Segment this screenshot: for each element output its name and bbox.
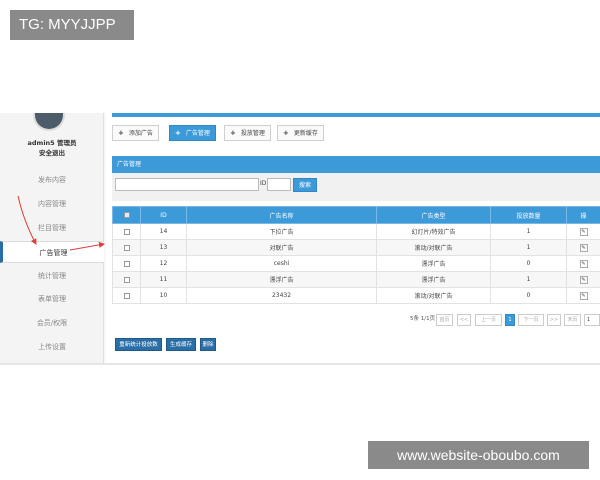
row-checkbox[interactable] — [123, 292, 130, 299]
pagination-summary: 5条 1/1页 — [410, 316, 436, 322]
keyword-input[interactable] — [115, 178, 259, 191]
cell-count: 0 — [490, 287, 567, 304]
sidebar-item-publish[interactable]: 发布内容 — [0, 169, 104, 191]
page-number-input[interactable]: 1 — [584, 314, 600, 326]
cell-name: ceshi — [186, 255, 377, 272]
table-row: 11 漂浮广告 漂浮广告 1 ✎ — [112, 271, 600, 288]
table-row: 12 ceshi 漂浮广告 0 ✎ — [112, 255, 600, 272]
ads-table: ID 广告名称 广告类型 投放数量 操 14 下拉广告 幻灯片/特效广告 1 ✎ — [112, 206, 600, 304]
cell-name: 23432 — [186, 287, 377, 304]
next-page-button[interactable]: 下一页 — [518, 314, 544, 326]
plus-icon: + — [175, 129, 181, 137]
row-checkbox[interactable] — [123, 260, 130, 267]
edit-icon[interactable]: ✎ — [579, 259, 588, 268]
column-header-actions: 操 — [566, 206, 600, 224]
update-cache-button[interactable]: + 更新缓存 — [277, 125, 324, 141]
cell-type: 幻灯片/特效广告 — [376, 223, 491, 240]
next-arrow-button[interactable]: >> — [547, 314, 561, 326]
plus-icon: + — [230, 129, 236, 137]
table-row: 10 23432 滚动/对联广告 0 ✎ — [112, 287, 600, 304]
ad-manage-button[interactable]: + 广告管理 — [169, 125, 216, 141]
section-header: 广告管理 — [112, 156, 600, 173]
id-label: ID — [260, 180, 267, 187]
screenshot-bottom-edge — [0, 363, 600, 365]
sidebar: admin5 管理员 安全退出 发布内容 内容管理 栏目管理 广告管理 统计管理… — [0, 113, 104, 365]
search-button[interactable]: 搜索 — [293, 178, 317, 192]
cell-id: 14 — [140, 223, 187, 240]
user-name: admin5 管理员 — [27, 139, 77, 147]
cell-type: 滚动/对联广告 — [376, 287, 491, 304]
column-header-count: 投放数量 — [490, 206, 567, 224]
cell-count: 0 — [490, 255, 567, 272]
edit-icon[interactable]: ✎ — [579, 291, 588, 300]
cell-name: 漂浮广告 — [186, 271, 377, 288]
delete-button[interactable]: 删除 — [200, 338, 216, 351]
cell-type: 滚动/对联广告 — [376, 239, 491, 256]
cell-name: 下拉广告 — [186, 223, 377, 240]
edit-icon[interactable]: ✎ — [579, 243, 588, 252]
table-header-row: ID 广告名称 广告类型 投放数量 操 — [112, 206, 600, 224]
prev-arrow-button[interactable]: << — [457, 314, 471, 326]
cell-count: 1 — [490, 223, 567, 240]
column-header-id: ID — [140, 206, 187, 224]
cell-type: 漂浮广告 — [376, 255, 491, 272]
table-row: 14 下拉广告 幻灯片/特效广告 1 ✎ — [112, 223, 600, 240]
main-panel: + 添加广告 + 广告管理 + 投放管理 + 更新缓存 广告管理 ID 搜索 ID 广告… — [106, 113, 600, 365]
sidebar-item-forms[interactable]: 表单管理 — [0, 288, 104, 310]
row-checkbox[interactable] — [123, 276, 130, 283]
delivery-manage-button[interactable]: + 投放管理 — [224, 125, 271, 141]
row-checkbox[interactable] — [123, 244, 130, 251]
current-page-button[interactable]: 1 — [505, 314, 515, 326]
prev-page-button[interactable]: 上一页 — [475, 314, 502, 326]
select-all-header[interactable] — [112, 206, 141, 224]
last-page-button[interactable]: 末页 — [564, 314, 581, 326]
sidebar-item-members[interactable]: 会员/权限 — [0, 312, 104, 334]
column-header-name: 广告名称 — [186, 206, 377, 224]
cell-id: 12 — [140, 255, 187, 272]
sidebar-item-content[interactable]: 内容管理 — [0, 193, 104, 215]
cell-id: 11 — [140, 271, 187, 288]
row-checkbox[interactable] — [123, 228, 130, 235]
sidebar-item-ads[interactable]: 广告管理 — [0, 241, 104, 263]
column-header-type: 广告类型 — [376, 206, 491, 224]
cell-id: 10 — [140, 287, 187, 304]
sidebar-item-columns[interactable]: 栏目管理 — [0, 217, 104, 239]
logout-link[interactable]: 安全退出 — [0, 148, 104, 158]
user-info: admin5 管理员 安全退出 — [0, 138, 104, 158]
add-ad-button[interactable]: + 添加广告 — [112, 125, 159, 141]
cell-id: 13 — [140, 239, 187, 256]
watermark: www.website-oboubo.com — [368, 441, 589, 469]
top-left-tag: TG: MYYJJPP — [10, 10, 134, 40]
admin-screenshot: admin5 管理员 安全退出 发布内容 内容管理 栏目管理 广告管理 统计管理… — [0, 113, 600, 365]
recount-button[interactable]: 重新统计投放数 — [115, 338, 162, 351]
cell-name: 对联广告 — [186, 239, 377, 256]
cell-count: 1 — [490, 271, 567, 288]
generate-cache-button[interactable]: 生成缓存 — [166, 338, 196, 351]
cell-count: 1 — [490, 239, 567, 256]
edit-icon[interactable]: ✎ — [579, 227, 588, 236]
first-page-button[interactable]: 首页 — [436, 314, 453, 326]
plus-icon: + — [283, 129, 289, 137]
user-avatar — [33, 113, 65, 131]
cell-type: 漂浮广告 — [376, 271, 491, 288]
plus-icon: + — [118, 129, 124, 137]
edit-icon[interactable]: ✎ — [579, 275, 588, 284]
sidebar-item-upload[interactable]: 上传设置 — [0, 336, 104, 358]
select-all-checkbox[interactable] — [123, 212, 130, 218]
id-input[interactable] — [267, 178, 291, 191]
sidebar-item-stats[interactable]: 统计管理 — [0, 265, 104, 287]
table-row: 13 对联广告 滚动/对联广告 1 ✎ — [112, 239, 600, 256]
top-accent-bar — [112, 113, 600, 117]
